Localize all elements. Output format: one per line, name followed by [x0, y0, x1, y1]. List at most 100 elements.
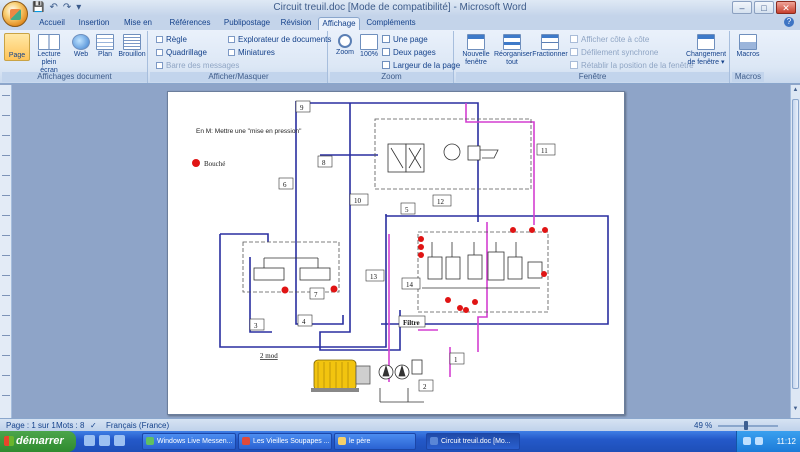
close-button[interactable]: ✕ [776, 1, 796, 14]
tab-revision[interactable]: Révision [278, 17, 314, 30]
reset-position-icon [570, 61, 578, 69]
taskbar-item-le-pere[interactable]: le père [334, 433, 416, 450]
outline-icon [96, 34, 114, 50]
legend-red-dot [192, 159, 200, 167]
ribbon: Page Lecture plein écran Web Plan Brouil… [0, 30, 800, 142]
scroll-up-icon[interactable]: ▲ [792, 87, 799, 97]
page-width-button[interactable]: Largeur de la page [382, 61, 460, 70]
document-map-checkbox[interactable]: Explorateur de documents [228, 35, 331, 44]
minimize-button[interactable]: – [732, 1, 752, 14]
winch-actuators [253, 257, 331, 281]
tab-mise-en-page[interactable]: Mise en page [114, 17, 162, 39]
ribbon-tabs: Accueil Insertion Mise en page Référence… [0, 16, 800, 39]
page-view-button[interactable]: Page [4, 33, 193, 142]
ie-icon[interactable] [84, 435, 95, 446]
macros-button[interactable]: Macros [735, 33, 761, 59]
tab-publipostage[interactable]: Publipostage [218, 17, 276, 30]
arrange-all-button[interactable]: Réorganiser tout [494, 33, 532, 67]
zoom-level[interactable]: 49 % [694, 421, 712, 430]
pressure-note: En M: Mettre une "mise en pression" [196, 128, 302, 135]
split-button[interactable]: Fractionner [532, 33, 568, 59]
word-count[interactable]: Mots : 8 [56, 421, 84, 430]
title-bar: 💾 ↶ ↷ ▾ Circuit treuil.doc [Mode de comp… [0, 0, 800, 27]
system-tray: 11:12 [736, 431, 800, 452]
spellcheck-icon[interactable]: ✓ [90, 421, 97, 430]
label-5: 5 [405, 206, 409, 214]
tab-affichage[interactable]: Affichage [318, 17, 360, 30]
book-icon [38, 34, 60, 50]
vertical-scrollbar[interactable]: ▲ ▼ [790, 85, 800, 418]
zoom-button[interactable]: Zoom [332, 33, 358, 57]
window-controls: – □ ✕ [732, 1, 796, 14]
taskbar-item-messenger[interactable]: Windows Live Messen... [142, 433, 236, 450]
zoom-100-icon [360, 34, 378, 50]
taskbar-item-soupapes[interactable]: Les Vieilles Soupapes ... [238, 433, 332, 450]
motor-mod-label: 2 mod [260, 352, 278, 360]
side-by-side-button[interactable]: Afficher côte à côte [570, 35, 649, 44]
taskbar: démarrer Windows Live Messen... Les Viei… [0, 431, 800, 452]
taskbar-item-word[interactable]: Circuit treuil.doc [Mo... [426, 433, 520, 450]
draft-view-button[interactable]: Brouillon [116, 33, 148, 59]
zoom-100-button[interactable]: 100% [356, 33, 382, 59]
two-pages-button[interactable]: Deux pages [382, 48, 436, 57]
group-label-window: Fenêtre [456, 72, 729, 82]
label-4: 4 [302, 318, 306, 326]
blocked-port-markers [192, 159, 548, 313]
winch-actuator-box [242, 241, 340, 293]
outline-view-button[interactable]: Plan [92, 33, 118, 59]
language-indicator[interactable]: Français (France) [106, 421, 169, 430]
macros-icon [739, 34, 757, 50]
message-bar-checkbox[interactable]: Barre des messages [156, 61, 239, 70]
group-zoom: Zoom 100% Une page Deux pages Largeur de… [330, 31, 460, 83]
label-10: 10 [354, 197, 362, 205]
reset-position-button[interactable]: Rétablir la position de la fenêtre [570, 61, 694, 70]
label-6: 6 [283, 181, 287, 189]
document-page[interactable]: 9 8 6 10 5 12 11 13 14 7 4 3 1 2 Filtre … [167, 91, 625, 415]
one-page-button[interactable]: Une page [382, 35, 428, 44]
group-label-macros: Macros [732, 72, 764, 82]
scroll-thumb[interactable] [792, 99, 799, 389]
side-by-side-icon [570, 35, 578, 43]
distributor-valves [422, 242, 543, 289]
split-icon [541, 34, 559, 50]
top-valve-block [387, 143, 499, 173]
tab-complements[interactable]: Compléments [364, 17, 418, 30]
network-icon[interactable] [743, 437, 751, 445]
media-icon[interactable] [99, 435, 110, 446]
hydraulic-diagram: 9 8 6 10 5 12 11 13 14 7 4 3 1 2 Filtre … [192, 100, 609, 403]
scroll-down-icon[interactable]: ▼ [792, 406, 799, 416]
office-button[interactable] [2, 1, 28, 27]
page-count[interactable]: Page : 1 sur 1 [6, 421, 56, 430]
globe-icon [72, 34, 90, 50]
help-icon[interactable]: ? [784, 17, 794, 27]
maximize-button[interactable]: □ [754, 1, 774, 14]
arrange-icon [503, 34, 521, 50]
zoom-slider-knob[interactable] [744, 421, 748, 430]
clock[interactable]: 11:12 [777, 437, 796, 446]
web-view-button[interactable]: Web [68, 33, 94, 59]
group-label-zoom: Zoom [330, 72, 453, 82]
group-show-hide: Règle Quadrillage Barre des messages Exp… [150, 31, 331, 83]
full-screen-reading-button[interactable]: Lecture plein écran [32, 33, 66, 75]
gridlines-checkbox[interactable]: Quadrillage [156, 48, 207, 57]
label-14: 14 [406, 281, 414, 289]
status-bar: Page : 1 sur 1 Mots : 8 ✓ Français (Fran… [0, 418, 800, 431]
label-9: 9 [300, 104, 304, 112]
tab-accueil[interactable]: Accueil [30, 17, 74, 30]
new-window-button[interactable]: Nouvelle fenêtre [460, 33, 492, 67]
sync-scroll-button[interactable]: Défilement synchrone [570, 48, 658, 57]
label-2: 2 [423, 383, 427, 391]
switch-windows-button[interactable]: Changement de fenêtre ▾ [684, 33, 728, 67]
volume-icon[interactable] [755, 437, 763, 445]
label-12: 12 [437, 198, 445, 206]
start-button[interactable]: démarrer [0, 431, 76, 452]
ruler-checkbox[interactable]: Règle [156, 35, 187, 44]
thumbnails-checkbox[interactable]: Miniatures [228, 48, 275, 57]
tab-insertion[interactable]: Insertion [74, 17, 114, 30]
zoom-slider[interactable] [718, 425, 778, 427]
group-label-views: Affichages document [2, 72, 147, 82]
switch-windows-icon [697, 34, 715, 50]
tab-references[interactable]: Références [166, 17, 214, 30]
messenger-icon[interactable] [114, 435, 125, 446]
blue-pipe [319, 103, 401, 351]
